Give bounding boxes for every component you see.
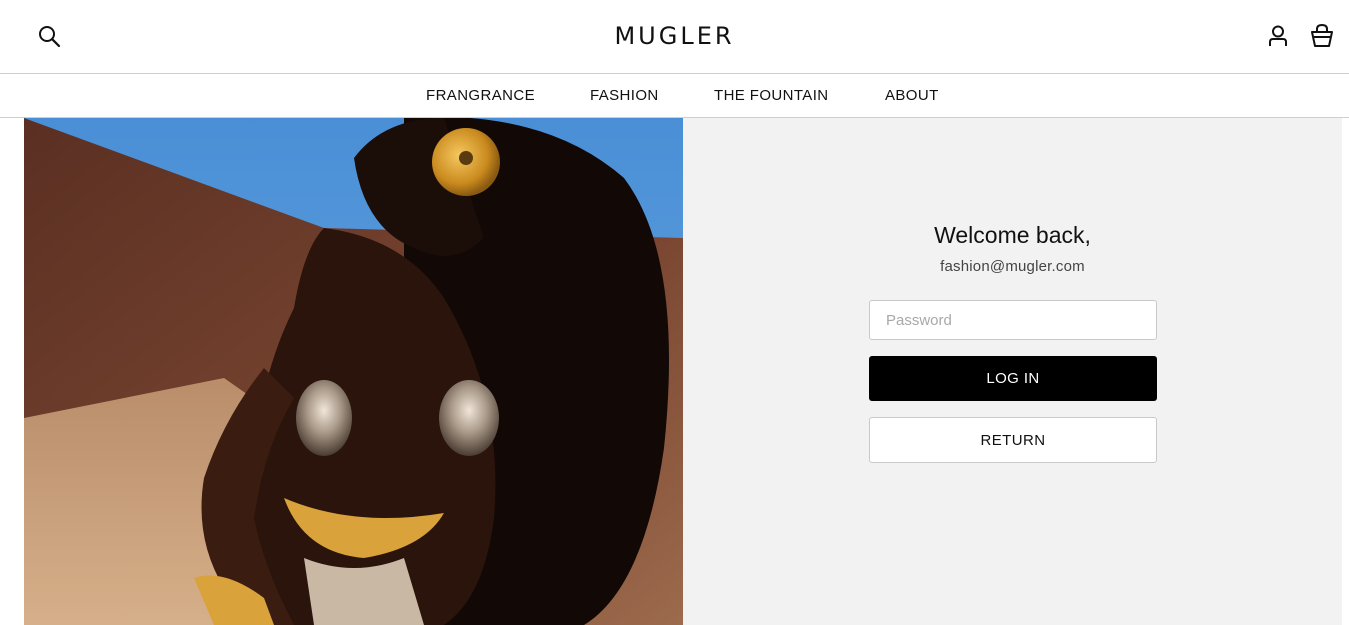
nav-item-fashion[interactable]: FASHION: [590, 87, 659, 104]
nav-item-the-fountain[interactable]: THE FOUNTAIN: [714, 87, 829, 104]
brand-logo[interactable]: MUGLER: [0, 22, 1349, 50]
login-button[interactable]: LOG IN: [869, 356, 1157, 401]
cart-button[interactable]: [1310, 23, 1334, 49]
logo-text: MUGLER: [614, 22, 735, 50]
login-panel: Welcome back, fashion@mugler.com LOG IN …: [683, 118, 1342, 625]
hero-image: [24, 118, 683, 625]
shopping-bag-icon: [1311, 23, 1333, 47]
site-header: MUGLER: [0, 0, 1349, 74]
nav-item-about[interactable]: ABOUT: [885, 87, 939, 104]
password-input[interactable]: [869, 300, 1157, 340]
account-email: fashion@mugler.com: [940, 258, 1085, 275]
welcome-heading: Welcome back,: [934, 222, 1091, 248]
main-navigation: FRANGRANCE FASHION THE FOUNTAIN ABOUT: [0, 74, 1349, 118]
account-icon: [1269, 25, 1287, 46]
nav-item-fragrance[interactable]: FRANGRANCE: [426, 87, 535, 104]
account-button[interactable]: [1266, 24, 1290, 48]
return-button[interactable]: RETURN: [869, 417, 1157, 463]
fashion-photo: [24, 118, 683, 625]
